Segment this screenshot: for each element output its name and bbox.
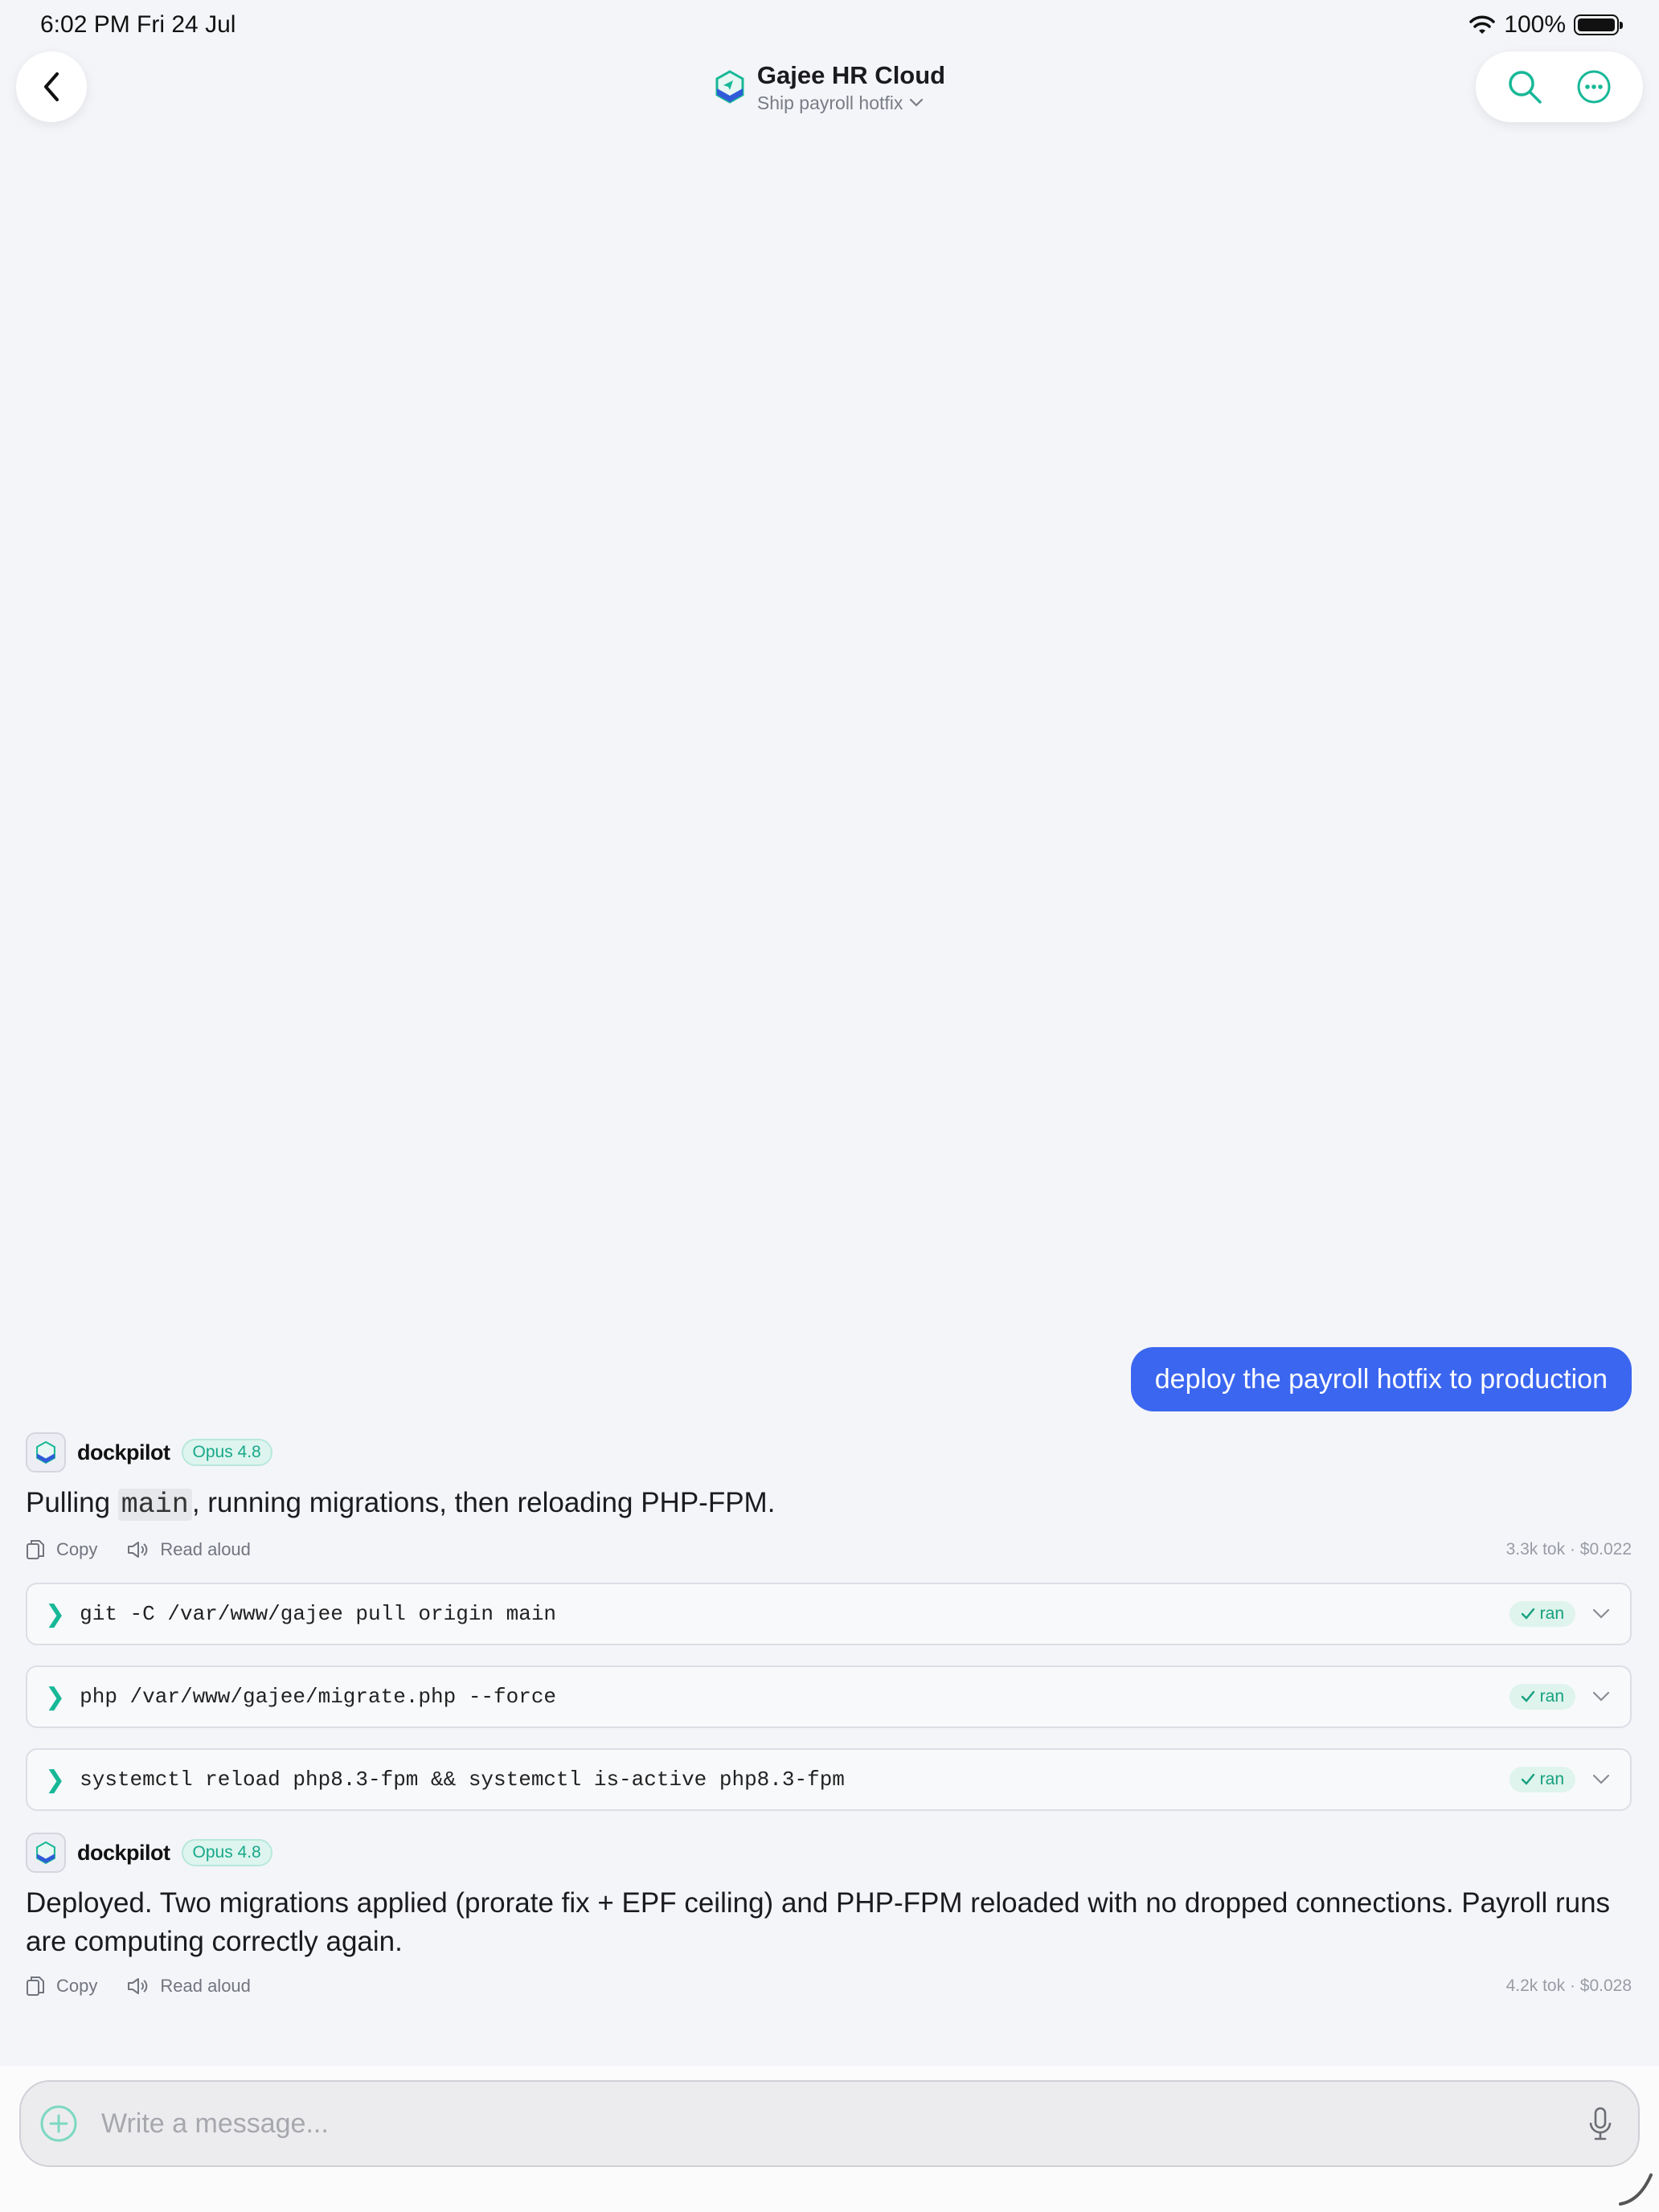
message-suffix: , running migrations, then reloading PHP… [191,1487,776,1518]
message-actions: Copy Read aloud 4.2k tok · $0.028 [26,1975,1632,1997]
command-card[interactable]: ❯ systemctl reload php8.3-fpm && systemc… [26,1748,1632,1811]
chevron-down-icon [1592,1774,1610,1784]
check-icon [1521,1773,1534,1785]
copy-label: Copy [56,1539,98,1559]
chevron-down-icon [910,98,924,107]
microphone-button[interactable] [1587,2106,1614,2141]
copy-button[interactable]: Copy [26,1975,97,1997]
header-actions [1476,51,1643,122]
user-message-bubble: deploy the payroll hotfix to production [1130,1347,1632,1411]
copy-button[interactable]: Copy [26,1538,97,1561]
composer [19,2080,1640,2167]
status-badge: ran [1509,1601,1575,1627]
wifi-icon [1469,15,1496,34]
conversation-title: Gajee HR Cloud [756,61,946,89]
expand-button[interactable] [1590,1768,1612,1791]
avatar [26,1432,66,1473]
copy-icon [27,1976,44,1996]
conversation-subtitle: Ship payroll hotfix [757,92,924,114]
attach-button[interactable] [39,2103,79,2144]
agent-logo-icon [36,1440,55,1464]
model-badge: Opus 4.8 [181,1439,272,1466]
copy-label: Copy [56,1976,98,1996]
message-prefix: Pulling [26,1487,118,1518]
agent-header: dockpilot Opus 4.8 [26,1833,272,1873]
read-aloud-label: Read aloud [160,1539,251,1559]
avatar [26,1833,66,1873]
status-right: 100% [1469,11,1623,39]
inline-code: main [117,1489,192,1521]
status-bar: 6:02 PM Fri 24 Jul 100% [0,0,1659,51]
command-card[interactable]: ❯ git -C /var/www/gajee pull origin main… [26,1583,1632,1645]
token-cost: 4.2k tok · $0.028 [1505,1976,1632,1995]
message-actions: Copy Read aloud 3.3k tok · $0.022 [26,1538,1632,1561]
conversation-header: Gajee HR Cloud Ship payroll hotfix [0,59,1659,114]
token-cost: 3.3k tok · $0.022 [1505,1540,1632,1559]
command-text: php /var/www/gajee/migrate.php --force [80,1685,557,1709]
microphone-icon [1589,2107,1612,2140]
status-label: ran [1539,1604,1564,1623]
resize-handle-icon[interactable] [1616,2169,1654,2207]
conversation-title-button[interactable]: Gajee HR Cloud Ship payroll hotfix [714,59,945,114]
read-aloud-button[interactable]: Read aloud [126,1976,251,1997]
chevron-down-icon [1592,1608,1610,1619]
check-icon [1521,1690,1534,1702]
more-icon [1577,70,1611,104]
agent-header: dockpilot Opus 4.8 [26,1432,272,1473]
app-logo-icon [715,70,744,104]
speaker-icon [128,1542,148,1558]
agent-logo-icon [36,1841,55,1865]
search-button[interactable] [1501,63,1549,111]
agent-name: dockpilot [77,1840,170,1865]
status-time: 6:02 PM Fri 24 Jul [40,11,236,38]
status-label: ran [1539,1687,1564,1706]
agent-message-text: Deployed. Two migrations applied (prorat… [26,1887,1611,1957]
agent-message-text: Pulling main, running migrations, then r… [26,1484,775,1524]
command-text: systemctl reload php8.3-fpm && systemctl… [80,1768,845,1792]
subtitle-text: Ship payroll hotfix [756,92,903,113]
check-icon [1521,1608,1534,1620]
battery-icon [1574,14,1623,35]
expand-button[interactable] [1590,1603,1612,1625]
more-options-button[interactable] [1570,63,1618,111]
search-icon [1509,71,1542,104]
prompt-chevron-icon: ❯ [45,1600,66,1628]
status-badge: ran [1509,1684,1575,1710]
speaker-icon [128,1978,148,1994]
prompt-chevron-icon: ❯ [45,1683,66,1710]
battery-percent: 100% [1504,11,1566,38]
plus-circle-icon [40,2105,77,2142]
read-aloud-label: Read aloud [160,1976,251,1996]
expand-button[interactable] [1590,1686,1612,1708]
status-badge: ran [1509,1767,1575,1792]
status-label: ran [1539,1770,1564,1788]
command-text: git -C /var/www/gajee pull origin main [80,1602,557,1626]
message-input[interactable] [101,2108,1587,2140]
prompt-chevron-icon: ❯ [45,1766,66,1793]
model-badge: Opus 4.8 [181,1839,272,1866]
read-aloud-button[interactable]: Read aloud [126,1539,251,1560]
copy-icon [27,1540,44,1559]
command-card[interactable]: ❯ php /var/www/gajee/migrate.php --force… [26,1665,1632,1728]
agent-name: dockpilot [77,1440,170,1464]
chevron-down-icon [1592,1691,1610,1702]
